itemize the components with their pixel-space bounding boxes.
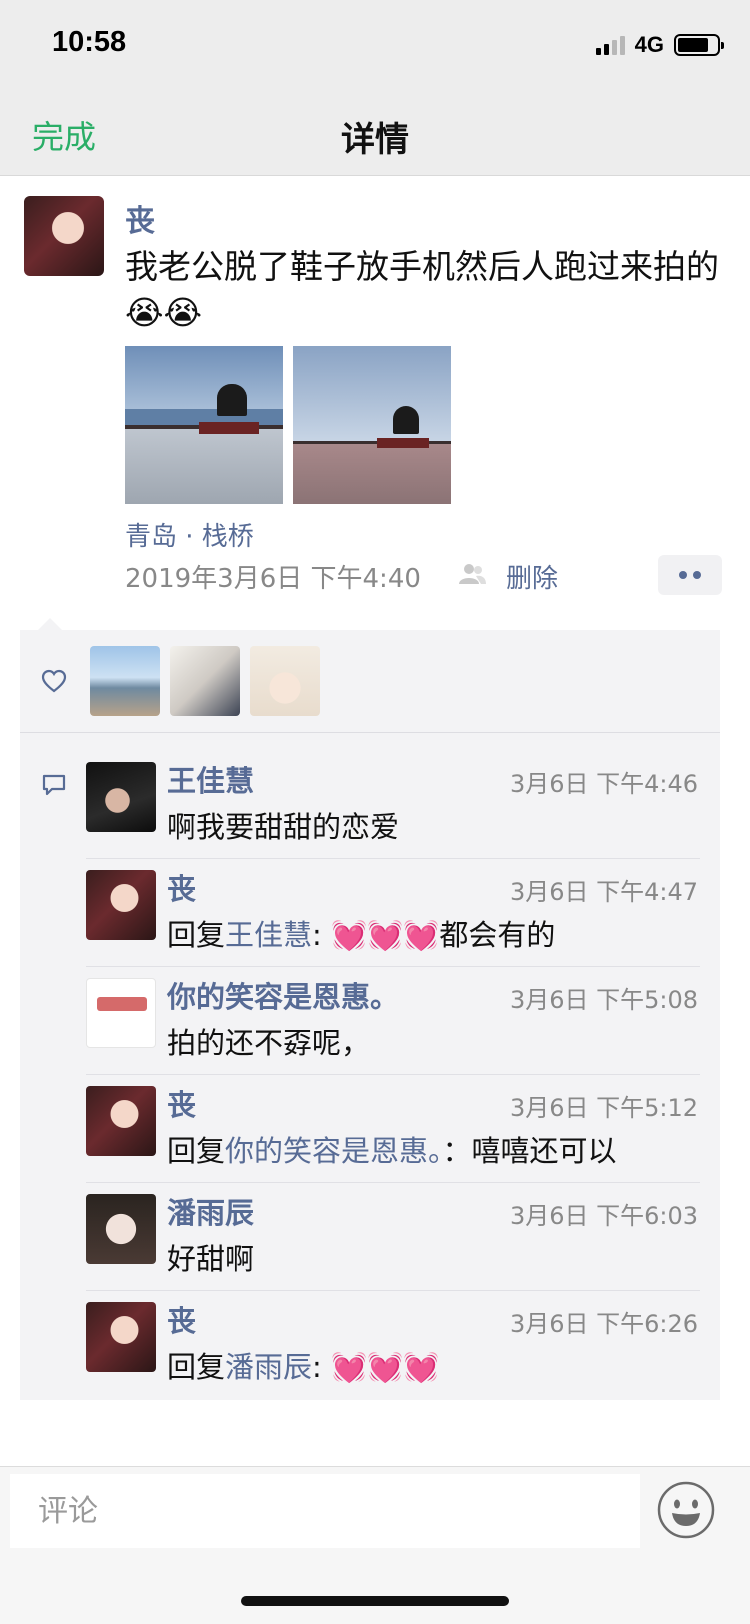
battery-icon [674,34,724,56]
home-indicator [241,1596,509,1606]
comment-separator [86,1290,700,1291]
comment-author[interactable]: 潘雨辰 [167,1190,254,1232]
comment-time: 3月6日 下午5:08 [509,986,698,1014]
author-name[interactable]: 丧 [125,196,155,240]
comment-text[interactable]: 回复潘雨辰: 💓💓💓 [167,1344,439,1386]
comment-text[interactable]: 回复王佳慧: 💓💓💓都会有的 [167,912,555,954]
like-avatar[interactable] [170,646,240,716]
comment-avatar[interactable] [86,1086,156,1156]
reply-body: : 💓💓💓都会有的 [312,918,556,952]
more-dots-icon[interactable] [658,555,722,595]
page-title: 详情 [341,120,409,160]
comment-time: 3月6日 下午6:03 [509,1202,698,1230]
comment-text[interactable]: 好甜啊 [167,1236,254,1278]
comment-author[interactable]: 丧 [167,1298,196,1340]
emoji-icon[interactable] [656,1480,716,1540]
comment-avatar[interactable] [86,762,156,832]
reply-body: : 💓💓💓 [312,1350,440,1384]
comment-separator [86,858,700,859]
post-time: 2019年3月6日 下午4:40 [125,564,421,594]
comment-avatar[interactable] [86,870,156,940]
reply-prefix: 回复 [167,1134,226,1168]
friends-icon [459,564,486,584]
comment-icon [42,774,66,796]
comment-text[interactable]: 拍的还不孬呢， [167,1020,370,1062]
network-type: 4G [634,32,664,57]
delete-button[interactable]: 删除 [506,558,558,595]
comment-author[interactable]: 丧 [167,866,196,908]
comment-input[interactable] [10,1474,640,1548]
panel-divider [20,732,720,733]
signal-icon [595,35,625,55]
comment-text[interactable]: 啊我要甜甜的恋爱 [167,804,399,846]
comment-author[interactable]: 你的笑容是恩惠。 [167,974,399,1016]
reply-target[interactable]: 王佳慧 [225,918,312,952]
post-location[interactable]: 青岛 · 栈桥 [125,516,254,553]
comment-author[interactable]: 丧 [167,1082,196,1124]
top-bar: 10:58 4G 完成 详情 [0,0,750,176]
like-avatar[interactable] [250,646,320,716]
like-avatar[interactable] [90,646,160,716]
post-photo[interactable] [125,346,283,504]
reply-target[interactable]: 潘雨辰 [225,1350,312,1384]
comment-avatar[interactable] [86,1302,156,1372]
comment-text[interactable]: 回复你的笑容是恩惠。：嘻嘻还可以 [167,1128,617,1170]
comment-separator [86,1074,700,1075]
heart-icon [41,669,67,693]
author-avatar[interactable] [24,196,104,276]
comment-separator [86,966,700,967]
post-text: 我老公脱了鞋子放手机然后人跑过来拍的😭😭 [125,247,719,332]
comment-separator [86,1182,700,1183]
reply-body: ：嘻嘻还可以 [442,1134,617,1168]
comment-avatar[interactable] [86,978,156,1048]
status-time: 10:58 [52,26,127,58]
panel-arrow [38,618,62,630]
reply-prefix: 回复 [167,1350,226,1384]
comment-time: 3月6日 下午5:12 [509,1094,698,1122]
done-button[interactable]: 完成 [32,112,96,158]
comment-time: 3月6日 下午4:46 [509,770,698,798]
comment-avatar[interactable] [86,1194,156,1264]
post-photo[interactable] [293,346,451,504]
comment-author[interactable]: 王佳慧 [167,758,254,800]
status-icons: 4G [595,30,724,60]
comment-time: 3月6日 下午6:26 [509,1310,698,1338]
reply-prefix: 回复 [167,918,226,952]
comment-time: 3月6日 下午4:47 [509,878,698,906]
reply-target[interactable]: 你的笑容是恩惠。 [225,1134,443,1168]
